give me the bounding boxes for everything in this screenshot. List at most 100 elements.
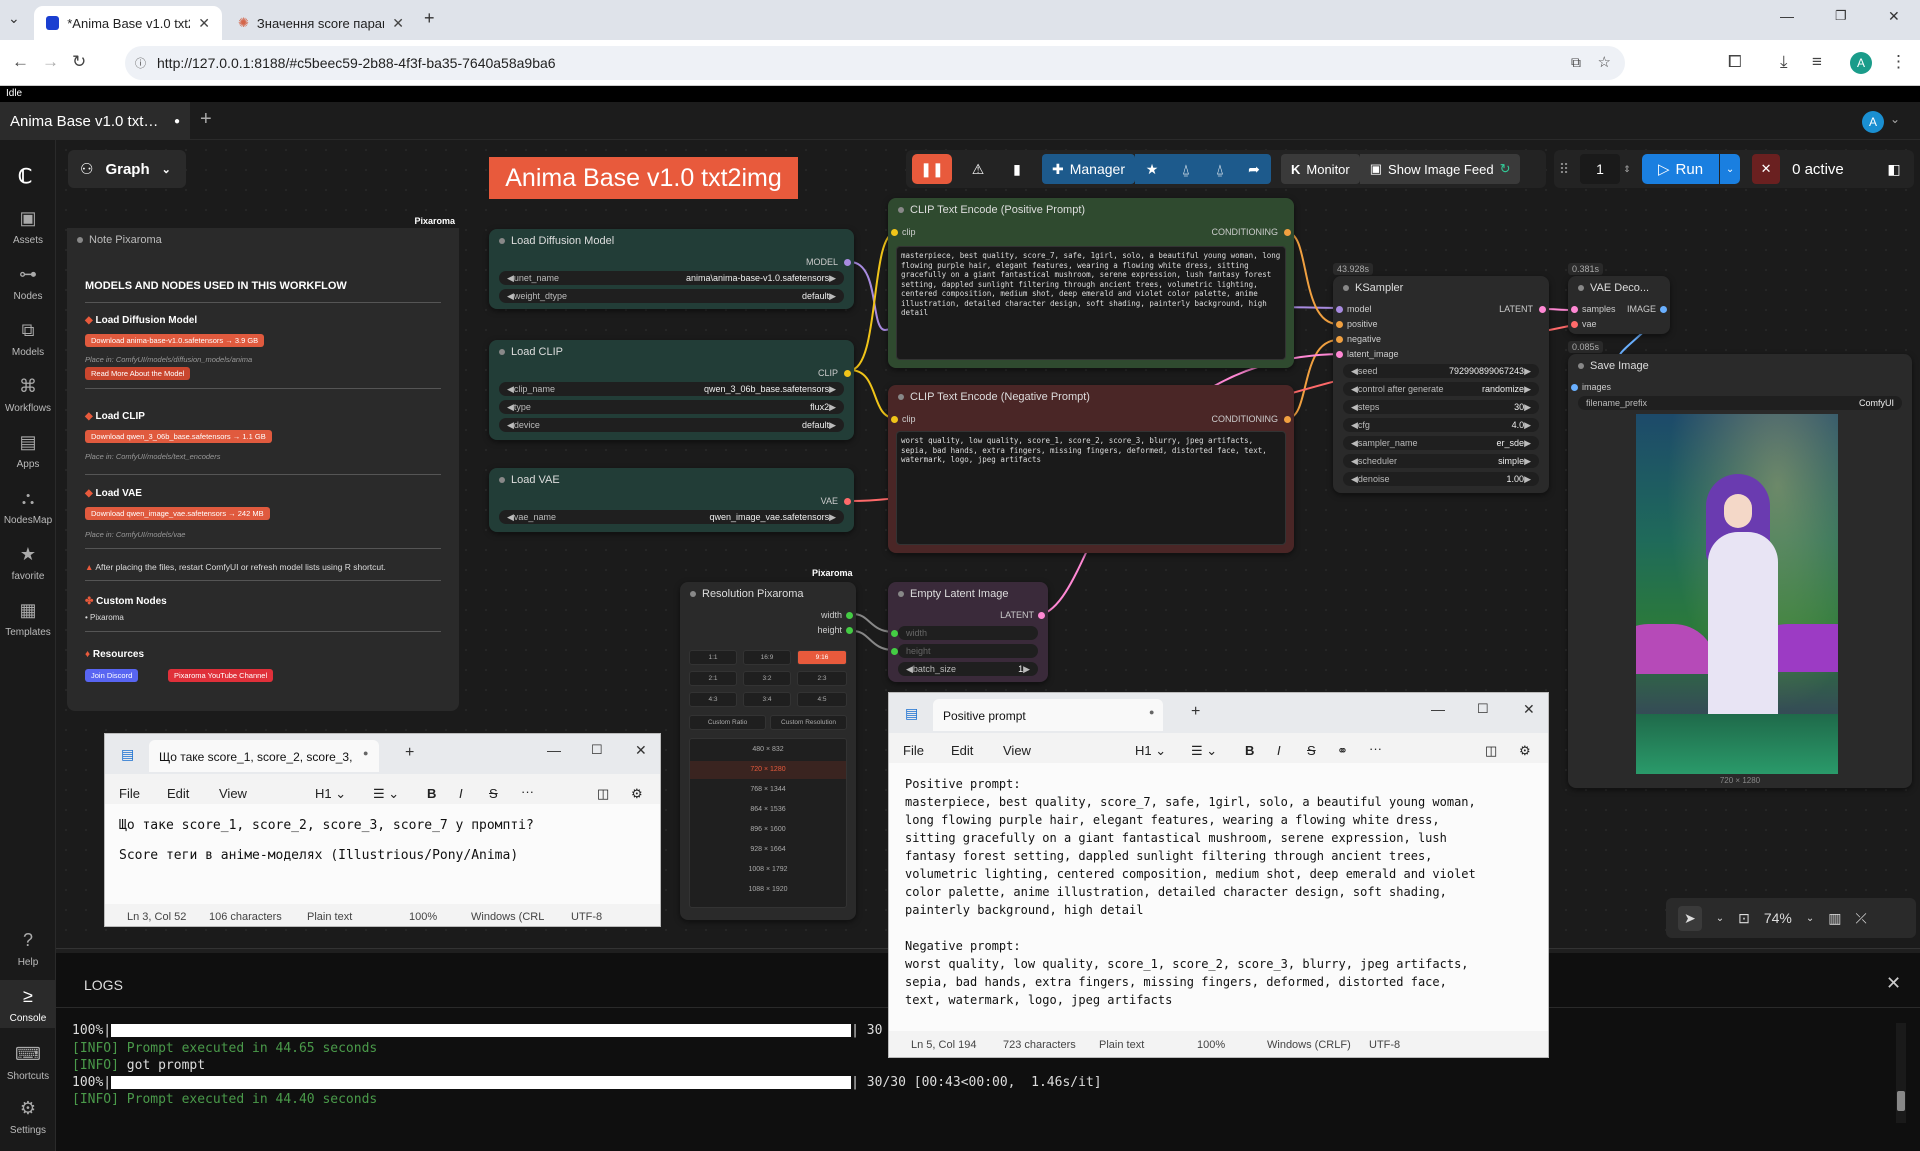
reading-list-icon[interactable]: ≡ bbox=[1812, 52, 1822, 72]
unet-name-widget[interactable]: ◀ unet_name anima\anima-base-v1.0.safeten… bbox=[499, 271, 844, 285]
input-socket[interactable] bbox=[891, 416, 898, 423]
copilot-icon[interactable]: ◫ bbox=[1485, 743, 1497, 759]
user-avatar[interactable]: A bbox=[1862, 111, 1884, 133]
sidebar-item-apps[interactable]: ▤ Apps bbox=[0, 432, 56, 470]
italic-icon[interactable]: I bbox=[1277, 743, 1281, 758]
node-header[interactable]: Save Image bbox=[1568, 354, 1912, 378]
close-icon[interactable]: ✕ bbox=[635, 742, 647, 759]
notepad-editor[interactable]: Що таке score_1, score_2, score_3, score… bbox=[105, 804, 660, 904]
collapse-dot-icon[interactable] bbox=[77, 237, 83, 243]
forward-icon[interactable]: → bbox=[42, 52, 59, 72]
monitor-button[interactable]: K Monitor bbox=[1281, 154, 1360, 184]
input-socket[interactable] bbox=[1336, 306, 1343, 313]
graph-selector[interactable]: ⚇ Graph ⌄ bbox=[68, 150, 186, 188]
output-socket[interactable] bbox=[844, 498, 851, 505]
sidebar-item-nodesmap[interactable]: ⛬ NodesMap bbox=[0, 488, 56, 526]
pixaroma-icon[interactable]: ❚❚ bbox=[912, 154, 952, 184]
ratio-button-selected[interactable]: 9:16 bbox=[797, 650, 847, 665]
bold-icon[interactable]: B bbox=[1245, 743, 1254, 758]
download-anima-link[interactable]: Download anima-base-v1.0.safetensors → 3… bbox=[85, 334, 265, 347]
browser-menu-icon[interactable]: ⋮ bbox=[1890, 52, 1907, 72]
input-socket[interactable] bbox=[1336, 336, 1343, 343]
vae-decode-node[interactable]: VAE Deco... samples vae IMAGE bbox=[1568, 276, 1670, 334]
profile-avatar[interactable]: A bbox=[1850, 52, 1872, 74]
input-socket[interactable] bbox=[891, 630, 898, 637]
close-tab-icon[interactable]: ✕ bbox=[392, 15, 404, 32]
share-icon[interactable]: ➦ bbox=[1237, 154, 1271, 184]
user-menu-chevron-icon[interactable]: ⌄ bbox=[1890, 112, 1900, 126]
node-header[interactable]: CLIP Text Encode (Positive Prompt) bbox=[888, 198, 1294, 222]
bold-icon[interactable]: B bbox=[427, 786, 436, 801]
maximize-icon[interactable]: ☐ bbox=[591, 742, 603, 758]
sidebar-item-templates[interactable]: ▦ Templates bbox=[0, 600, 56, 638]
more-icon[interactable]: ··· bbox=[521, 784, 534, 799]
save-image-node[interactable]: Save Image images filename_prefix ComfyUI… bbox=[1568, 354, 1912, 788]
zoom-level[interactable]: 74% bbox=[1764, 910, 1792, 926]
install-app-icon[interactable]: ⧉ bbox=[1571, 54, 1581, 71]
menu-edit[interactable]: Edit bbox=[951, 743, 973, 758]
resolution-option[interactable]: 928 × 1664 bbox=[690, 841, 846, 859]
tab-list-chevron-icon[interactable]: ⌄ bbox=[8, 10, 20, 27]
menu-file[interactable]: File bbox=[119, 786, 140, 801]
collapse-dot-icon[interactable] bbox=[499, 238, 505, 244]
cleanup-icon[interactable]: ⚠ bbox=[958, 154, 998, 184]
clip-name-widget[interactable]: ◀ clip_name qwen_3_06b_base.safetensors ▶ bbox=[499, 382, 844, 396]
resolution-option[interactable]: 896 × 1600 bbox=[690, 821, 846, 839]
node-header[interactable]: Load Diffusion Model bbox=[489, 229, 854, 253]
load-vae-node[interactable]: Load VAE VAE ◀ vae_name qwen_image_vae.sa… bbox=[489, 468, 854, 532]
list-icon[interactable]: ☰ ⌄ bbox=[1191, 743, 1217, 759]
batch-stepper-icon[interactable]: ⇕ bbox=[1620, 154, 1634, 184]
output-socket[interactable] bbox=[844, 370, 851, 377]
settings-icon[interactable]: ⚙ bbox=[1519, 743, 1531, 759]
hide-links-icon[interactable]: ⤫ bbox=[1856, 910, 1867, 927]
read-more-link[interactable]: Read More About the Model bbox=[85, 367, 191, 380]
close-logs-icon[interactable]: ✕ bbox=[1886, 973, 1901, 994]
positive-prompt-textarea[interactable]: masterpiece, best quality, score_7, safe… bbox=[896, 246, 1286, 360]
scrollbar-thumb[interactable] bbox=[1897, 1091, 1905, 1111]
empty-latent-image-node[interactable]: Empty Latent Image LATENT width height ◀… bbox=[888, 582, 1048, 682]
clip-type-widget[interactable]: ◀ type flux2 ▶ bbox=[499, 400, 844, 414]
minimize-icon[interactable]: — bbox=[547, 742, 561, 758]
back-icon[interactable]: ← bbox=[12, 52, 29, 72]
menu-view[interactable]: View bbox=[219, 786, 247, 801]
extensions-icon[interactable]: ⧠ bbox=[1728, 52, 1742, 72]
resolution-pixaroma-node[interactable]: Resolution Pixaroma width height 1:1 16:… bbox=[680, 582, 856, 920]
active-queue-count[interactable]: 0 active bbox=[1792, 154, 1844, 184]
resolution-option[interactable]: 480 × 832 bbox=[690, 741, 846, 759]
browser-tab-inactive[interactable]: ✺ Значення score параметрів у п ✕ bbox=[226, 6, 416, 40]
steps-widget[interactable]: ◀ steps 30 ▶ bbox=[1343, 400, 1539, 414]
favorites-star-icon[interactable]: ★ bbox=[1135, 154, 1169, 184]
ratio-button[interactable]: 2:1 bbox=[689, 671, 737, 686]
output-socket[interactable] bbox=[844, 259, 851, 266]
node-header[interactable]: KSampler bbox=[1333, 276, 1549, 300]
url-field[interactable]: ⓘ http://127.0.0.1:8188/#c5beec59-2b88-4… bbox=[125, 46, 1625, 80]
new-tab-icon[interactable]: + bbox=[424, 8, 435, 29]
site-info-icon[interactable]: ⓘ bbox=[135, 55, 146, 71]
sidebar-item-assets[interactable]: ▣ Assets bbox=[0, 208, 56, 246]
bookmark-star-icon[interactable]: ☆ bbox=[1598, 53, 1611, 71]
new-tab-icon[interactable]: + bbox=[405, 744, 414, 762]
manager-button[interactable]: ✚ Manager bbox=[1042, 154, 1135, 184]
menu-view[interactable]: View bbox=[1003, 743, 1031, 758]
chevron-down-icon[interactable]: ⌄ bbox=[1806, 913, 1814, 924]
input-socket[interactable] bbox=[1571, 306, 1578, 313]
node-header[interactable]: CLIP Text Encode (Negative Prompt) bbox=[888, 385, 1294, 409]
right-panel-toggle-icon[interactable]: ◧ bbox=[1880, 154, 1908, 184]
link-icon[interactable]: ⚭ bbox=[1337, 743, 1348, 759]
menu-file[interactable]: File bbox=[903, 743, 924, 758]
collapse-dot-icon[interactable] bbox=[499, 477, 505, 483]
input-socket[interactable] bbox=[1571, 321, 1578, 328]
node-header[interactable]: Load VAE bbox=[489, 468, 854, 492]
comfy-logo-icon[interactable]: ℂ bbox=[18, 164, 32, 189]
fit-view-icon[interactable]: ⊡ bbox=[1738, 910, 1750, 927]
ratio-button[interactable]: 1:1 bbox=[689, 650, 737, 665]
copilot-icon[interactable]: ◫ bbox=[597, 786, 609, 802]
clip-text-encode-negative-node[interactable]: CLIP Text Encode (Negative Prompt) clip … bbox=[888, 385, 1294, 553]
clip-text-encode-positive-node[interactable]: CLIP Text Encode (Positive Prompt) clip … bbox=[888, 198, 1294, 368]
restore-window-icon[interactable]: ❐ bbox=[1835, 8, 1847, 24]
collapse-dot-icon[interactable] bbox=[898, 207, 904, 213]
workflow-tab[interactable]: Anima Base v1.0 txt… ● bbox=[0, 102, 190, 140]
input-socket[interactable] bbox=[891, 648, 898, 655]
reload-icon[interactable]: ↻ bbox=[72, 52, 86, 72]
models-tool2-icon[interactable]: ⍙ bbox=[1203, 154, 1237, 184]
